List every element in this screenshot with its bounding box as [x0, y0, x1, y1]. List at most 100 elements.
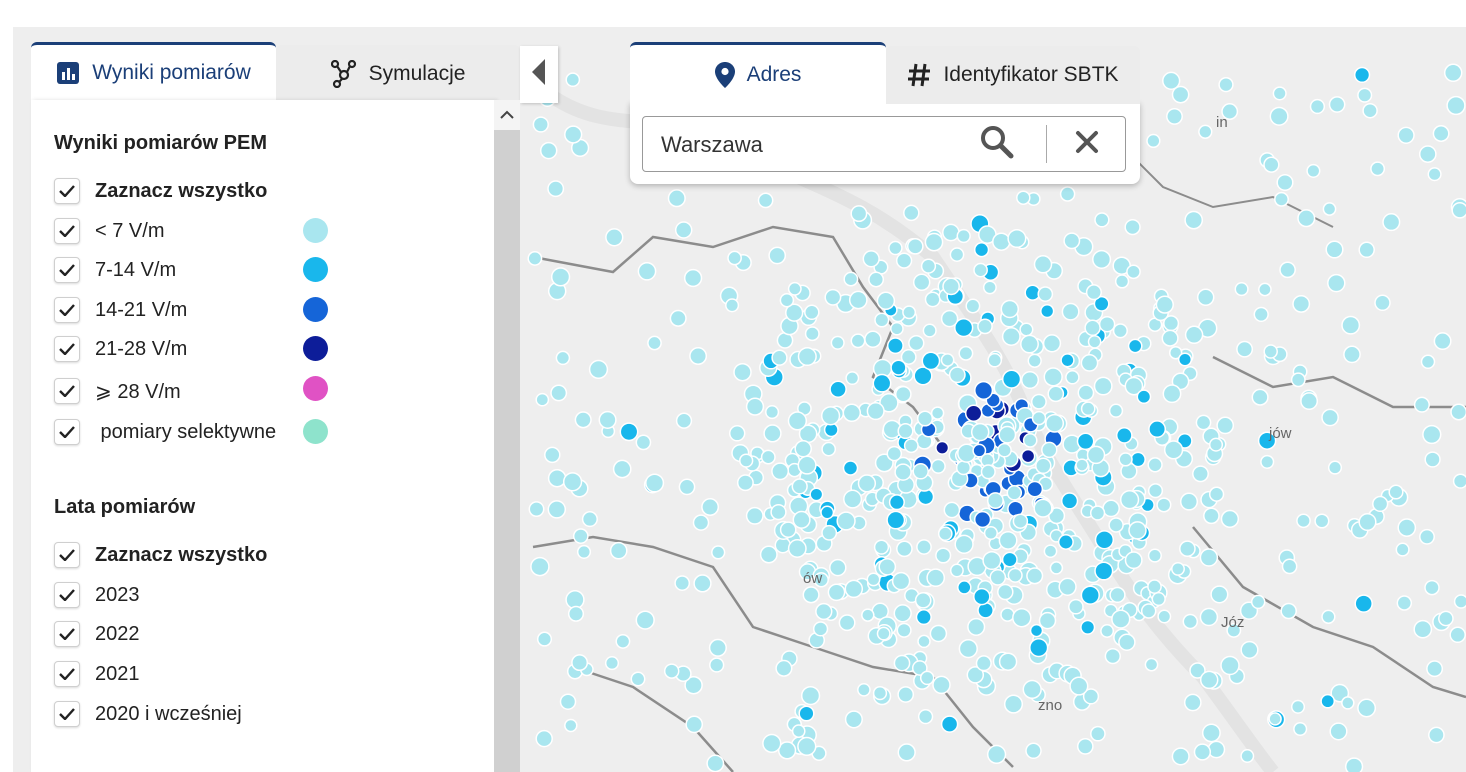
- measurement-dot[interactable]: [1327, 460, 1343, 475]
- measurement-dot[interactable]: [745, 506, 764, 525]
- measurement-dot[interactable]: [1450, 403, 1466, 421]
- measurement-dot[interactable]: [1111, 609, 1131, 629]
- measurement-dot[interactable]: [1012, 513, 1029, 529]
- measurement-dot[interactable]: [536, 631, 553, 647]
- measurement-dot[interactable]: [957, 580, 972, 595]
- measurement-dot[interactable]: [872, 685, 888, 701]
- measurement-dot[interactable]: [917, 708, 934, 725]
- measurement-dot[interactable]: [958, 638, 978, 659]
- measurement-dot[interactable]: [940, 715, 959, 733]
- measurement-dot[interactable]: [794, 439, 812, 458]
- measurement-dot[interactable]: [1148, 420, 1167, 439]
- tab-adres[interactable]: Adres: [630, 42, 886, 104]
- measurement-dot[interactable]: [1280, 602, 1297, 620]
- legend-item-selective[interactable]: pomiary selektywne: [54, 418, 276, 446]
- measurement-dot[interactable]: [733, 362, 752, 382]
- measurement-dot[interactable]: [924, 291, 941, 308]
- measurement-dot[interactable]: [1341, 696, 1355, 710]
- measurement-dot[interactable]: [982, 550, 1002, 571]
- measurement-dot[interactable]: [937, 526, 953, 542]
- checkbox[interactable]: [54, 378, 80, 404]
- measurement-dot[interactable]: [842, 403, 862, 423]
- legend-item-gte28[interactable]: ⩾ 28 V/m: [54, 377, 181, 405]
- measurement-dot[interactable]: [1208, 437, 1224, 452]
- measurement-dot[interactable]: [1061, 302, 1080, 321]
- measurement-dot[interactable]: [974, 380, 994, 400]
- measurement-dot[interactable]: [850, 205, 868, 223]
- measurement-dot[interactable]: [827, 583, 846, 602]
- measurement-dot[interactable]: [914, 591, 932, 609]
- measurement-dot[interactable]: [987, 352, 1003, 368]
- measurement-dot[interactable]: [970, 422, 990, 442]
- measurement-dot[interactable]: [550, 267, 571, 287]
- measurement-dot[interactable]: [797, 736, 817, 757]
- measurement-dot[interactable]: [567, 605, 585, 622]
- measurement-dot[interactable]: [765, 405, 780, 420]
- measurement-dot[interactable]: [1427, 167, 1442, 182]
- measurement-dot[interactable]: [973, 262, 988, 278]
- measurement-dot[interactable]: [1296, 513, 1311, 529]
- measurement-dot[interactable]: [800, 685, 821, 706]
- measurement-dot[interactable]: [912, 463, 929, 480]
- measurement-dot[interactable]: [935, 440, 950, 455]
- measurement-dot[interactable]: [844, 579, 864, 599]
- measurement-dot[interactable]: [1003, 694, 1024, 714]
- measurement-dot[interactable]: [1012, 607, 1032, 628]
- measurement-dot[interactable]: [1124, 218, 1141, 236]
- measurement-dot[interactable]: [929, 624, 948, 643]
- measurement-dot[interactable]: [1119, 490, 1140, 510]
- measurement-dot[interactable]: [888, 494, 905, 511]
- measurement-dot[interactable]: [768, 246, 787, 265]
- measurement-dot[interactable]: [930, 406, 945, 420]
- measurement-dot[interactable]: [942, 223, 960, 242]
- measurement-dot[interactable]: [844, 710, 863, 729]
- measurement-dot[interactable]: [547, 180, 565, 198]
- measurement-dot[interactable]: [1193, 743, 1212, 761]
- legend-item-lt7[interactable]: < 7 V/m: [54, 217, 164, 245]
- measurement-dot[interactable]: [759, 545, 778, 564]
- measurement-dot[interactable]: [1047, 385, 1065, 403]
- measurement-dot[interactable]: [1093, 376, 1113, 396]
- measurement-dot[interactable]: [1006, 485, 1023, 501]
- measurement-dot[interactable]: [1124, 551, 1143, 570]
- measurement-dot[interactable]: [728, 425, 746, 442]
- measurement-dot[interactable]: [1184, 325, 1204, 345]
- measurement-dot[interactable]: [1147, 579, 1162, 594]
- measurement-dot[interactable]: [997, 583, 1014, 601]
- measurement-dot[interactable]: [973, 242, 990, 258]
- measurement-dot[interactable]: [891, 571, 911, 591]
- measurement-dot[interactable]: [798, 705, 815, 722]
- measurement-dot[interactable]: [829, 380, 847, 398]
- measurement-dot[interactable]: [771, 462, 790, 481]
- measurement-dot[interactable]: [1140, 603, 1157, 619]
- measurement-dot[interactable]: [1357, 698, 1377, 718]
- measurement-dot[interactable]: [1068, 598, 1084, 615]
- measurement-dot[interactable]: [980, 464, 996, 480]
- measurement-dot[interactable]: [1094, 212, 1110, 228]
- measurement-dot[interactable]: [1094, 530, 1115, 550]
- measurement-dot[interactable]: [527, 250, 543, 266]
- measurement-dot[interactable]: [571, 654, 589, 672]
- checkbox[interactable]: [54, 178, 80, 204]
- measurement-dot[interactable]: [1428, 726, 1445, 744]
- measurement-dot[interactable]: [894, 463, 912, 481]
- measurement-dot[interactable]: [1179, 540, 1196, 558]
- measurement-dot[interactable]: [956, 228, 971, 244]
- measurement-dot[interactable]: [888, 240, 903, 256]
- measurement-dot[interactable]: [539, 141, 558, 160]
- measurement-dot[interactable]: [1207, 740, 1226, 759]
- checkbox[interactable]: [54, 297, 80, 323]
- measurement-dot[interactable]: [564, 718, 578, 733]
- year-item-2020-earlier[interactable]: 2020 i wcześniej: [54, 700, 242, 728]
- measurement-dot[interactable]: [874, 312, 890, 328]
- measurement-dot[interactable]: [1020, 334, 1039, 354]
- search-button[interactable]: [973, 125, 1021, 163]
- measurement-dot[interactable]: [1115, 427, 1133, 444]
- measurement-dot[interactable]: [630, 671, 646, 687]
- measurement-dot[interactable]: [820, 406, 841, 426]
- measurement-dot[interactable]: [1026, 567, 1044, 585]
- measurement-dot[interactable]: [564, 125, 583, 144]
- measurement-dot[interactable]: [1208, 486, 1225, 502]
- measurement-dot[interactable]: [1057, 534, 1074, 550]
- measurement-dot[interactable]: [1020, 448, 1036, 464]
